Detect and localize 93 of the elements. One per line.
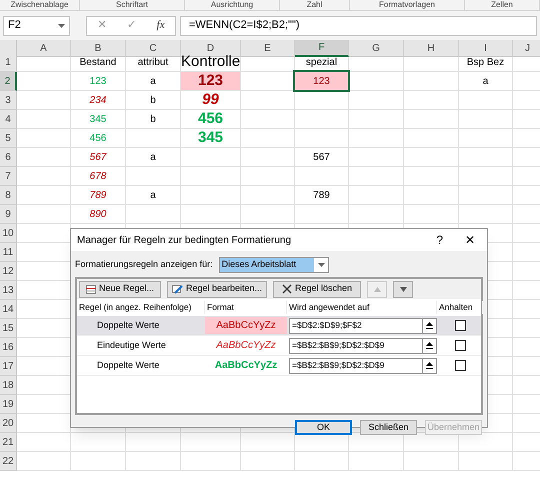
range-field[interactable]: =$B$2:$B$9;$D$2:$D$9 xyxy=(289,358,437,374)
dropdown-icon[interactable] xyxy=(318,263,325,267)
toolbar-button[interactable]: Regel bearbeiten... xyxy=(167,280,267,298)
table-cell[interactable]: a xyxy=(126,72,180,90)
function-icon[interactable]: fx xyxy=(156,17,165,34)
column-header[interactable]: A xyxy=(17,40,71,57)
row-header[interactable]: 12 xyxy=(0,262,17,281)
column-header[interactable]: G xyxy=(349,40,404,57)
table-cell[interactable]: 234 xyxy=(71,91,125,109)
row-header[interactable]: 1 xyxy=(0,53,17,72)
dialog-button[interactable]: Schließen xyxy=(360,420,417,435)
format-preview: AaBbCcYyZz xyxy=(205,317,287,334)
table-cell[interactable]: 678 xyxy=(71,167,125,185)
ribbon-group-label: Zahl xyxy=(306,0,322,10)
table-cell[interactable]: 789 xyxy=(295,186,348,204)
ribbon-group-label: Zellen xyxy=(491,0,513,10)
close-icon[interactable]: ✕ xyxy=(465,231,475,249)
column-header[interactable]: F xyxy=(295,40,349,57)
row-header[interactable]: 16 xyxy=(0,338,17,357)
range-field[interactable]: =$B$2:$B$9;$D$2:$D$9 xyxy=(289,338,437,354)
table-icon xyxy=(86,284,96,294)
dropdown-icon[interactable] xyxy=(58,24,65,28)
column-header: Format xyxy=(207,302,234,312)
move-down-button[interactable] xyxy=(393,280,413,298)
table-cell[interactable]: 789 xyxy=(71,186,125,204)
table-cell[interactable]: 123 xyxy=(181,72,240,90)
row-header[interactable]: 13 xyxy=(0,281,17,300)
column-header[interactable]: H xyxy=(404,40,459,57)
ribbon-group-label: Schriftart xyxy=(116,0,148,10)
column-header[interactable]: J xyxy=(513,40,540,57)
range-field[interactable]: =$D$2:$D$9;$F$2 xyxy=(289,318,437,334)
column-header: Regel (in angez. Reihenfolge) xyxy=(79,302,192,312)
row-header[interactable]: 15 xyxy=(0,319,17,338)
dialog-button[interactable]: OK xyxy=(295,420,352,435)
column-header[interactable]: C xyxy=(126,40,181,57)
toolbar-button[interactable]: Neue Regel... xyxy=(79,280,161,298)
column-header[interactable]: I xyxy=(459,40,513,57)
name-box[interactable]: F2 xyxy=(3,16,70,36)
table-cell[interactable]: 123 xyxy=(295,72,348,90)
column-header[interactable]: E xyxy=(241,40,295,57)
row-header[interactable]: 22 xyxy=(0,452,17,471)
collapse-icon[interactable] xyxy=(422,358,436,372)
row-header[interactable]: 17 xyxy=(0,357,17,376)
help-icon[interactable]: ? xyxy=(436,231,443,249)
checkbox[interactable] xyxy=(454,340,466,351)
row-header[interactable]: 5 xyxy=(0,129,17,148)
table-cell[interactable]: a xyxy=(126,186,180,204)
row-header[interactable]: 19 xyxy=(0,395,17,414)
rule-row[interactable]: Eindeutige Werte AaBbCcYyZz =$B$2:$B$9;$D$2:$D$9 xyxy=(77,336,481,356)
row-header[interactable]: 9 xyxy=(0,205,17,224)
ribbon-group-label: Zwischenablage xyxy=(10,0,68,10)
checkbox[interactable] xyxy=(454,320,466,331)
row-header[interactable]: 2 xyxy=(0,72,17,91)
table-cell[interactable]: a xyxy=(459,72,512,90)
toolbar-button[interactable]: Regel löschen xyxy=(273,280,361,298)
table-cell[interactable]: b xyxy=(126,110,180,128)
column-header: Anhalten xyxy=(439,302,473,312)
table-cell[interactable]: b xyxy=(126,91,180,109)
ribbon-group-label: Formatvorlagen xyxy=(378,0,436,10)
field-label: Formatierungsregeln anzeigen für: xyxy=(75,258,213,272)
delete-icon xyxy=(282,284,292,294)
triangle-up-icon xyxy=(374,286,380,292)
table-cell[interactable]: 99 xyxy=(181,91,240,109)
row-header[interactable]: 11 xyxy=(0,243,17,262)
row-header[interactable]: 3 xyxy=(0,91,17,110)
collapse-icon[interactable] xyxy=(422,318,436,332)
rule-row[interactable]: Doppelte Werte AaBbCcYyZz =$B$2:$B$9;$D$2:$D$9 xyxy=(77,356,481,376)
column-header: Wird angewendet auf xyxy=(289,302,370,312)
format-preview: AaBbCcYyZz xyxy=(214,359,278,373)
triangle-down-icon xyxy=(400,286,406,292)
column-header[interactable]: B xyxy=(71,40,126,57)
collapse-icon[interactable] xyxy=(422,338,436,352)
row-header[interactable]: 7 xyxy=(0,167,17,186)
row-header[interactable]: 18 xyxy=(0,376,17,395)
scope-dropdown[interactable]: Dieses Arbeitsblatt xyxy=(218,257,329,273)
row-header[interactable]: 21 xyxy=(0,433,17,452)
table-cell[interactable]: 567 xyxy=(295,148,348,166)
table-cell[interactable]: 567 xyxy=(71,148,125,166)
formula-bar[interactable]: =WENN(C2=I$2;B2;"") xyxy=(180,16,537,36)
dialog-title: Manager für Regeln zur bedingten Formatierung xyxy=(77,234,292,248)
row-header[interactable]: 14 xyxy=(0,300,17,319)
checkbox[interactable] xyxy=(454,360,466,371)
row-header[interactable]: 8 xyxy=(0,186,17,205)
row-header[interactable]: 4 xyxy=(0,110,17,129)
row-header[interactable]: 6 xyxy=(0,148,17,167)
table-cell[interactable]: a xyxy=(126,148,180,166)
rule-row[interactable]: Doppelte Werte AaBbCcYyZz =$D$2:$D$9;$F$2 xyxy=(77,316,481,336)
table-cell[interactable]: 890 xyxy=(71,205,125,223)
edit-icon xyxy=(172,284,183,294)
row-header[interactable]: 20 xyxy=(0,414,17,433)
row-header[interactable]: 10 xyxy=(0,224,17,243)
format-preview: AaBbCcYyZz xyxy=(214,339,277,353)
ribbon-group-label: Ausrichtung xyxy=(210,0,254,10)
